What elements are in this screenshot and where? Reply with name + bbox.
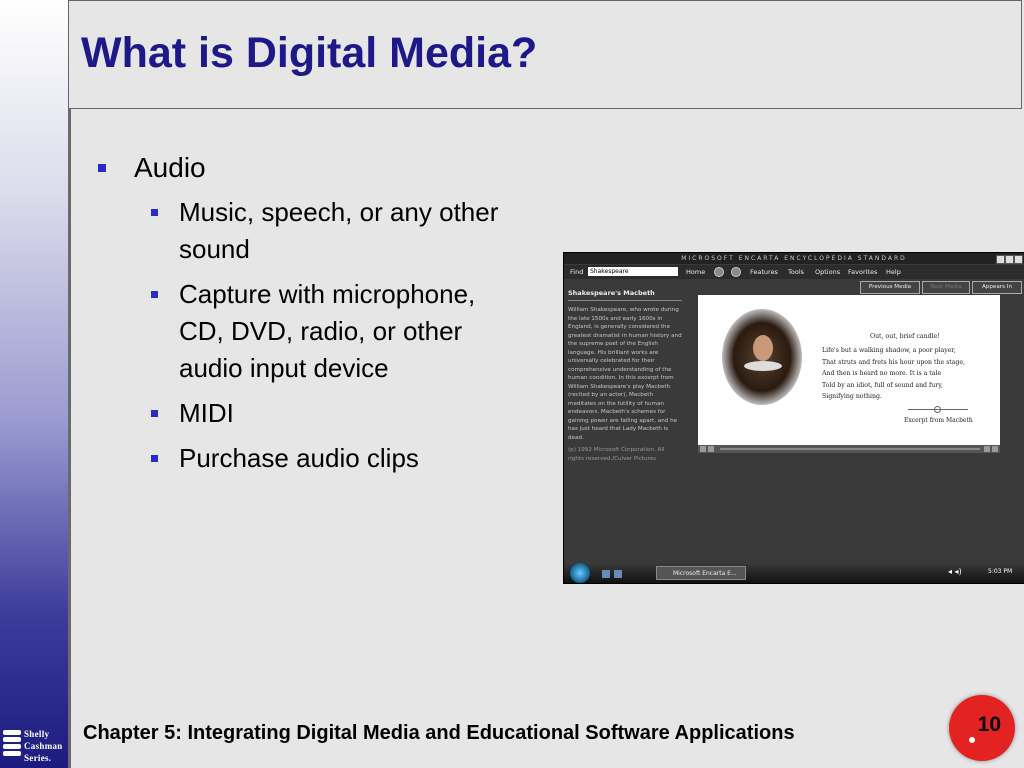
bullet-marker <box>151 410 158 417</box>
sub-bullet-text: Capture with microphone, CD, DVD, radio,… <box>179 279 476 383</box>
page-dot <box>969 737 975 743</box>
back-icon[interactable] <box>714 267 724 277</box>
page-number-badge: 10 <box>949 695 1015 761</box>
menu-features[interactable]: Features <box>750 265 778 279</box>
menu-bar: Find Shakespeare Home Features Tools Opt… <box>564 265 1024 279</box>
bullet-marker <box>151 291 158 298</box>
poem-line: Life's but a walking shadow, a poor play… <box>822 347 956 354</box>
poem-line: That struts and frets his hour upon the … <box>822 358 966 366</box>
bullet-audio: Audio <box>98 150 518 186</box>
start-orb-icon[interactable] <box>570 563 590 583</box>
bullet-marker <box>151 455 158 462</box>
sub-bullet-text: Music, speech, or any other sound <box>179 197 499 264</box>
forward-icon[interactable] <box>731 267 741 277</box>
shakespeare-portrait <box>722 309 802 405</box>
poem-line: Signifying nothing. <box>822 393 882 400</box>
portrait-ruff <box>744 361 782 371</box>
poem: Life's but a walking shadow, a poor play… <box>822 345 965 403</box>
menu-tools[interactable]: Tools <box>788 265 804 279</box>
slide-footer: Chapter 5: Integrating Digital Media and… <box>83 722 795 744</box>
slide-title: What is Digital Media? <box>81 29 538 77</box>
volume-icon[interactable] <box>984 446 990 452</box>
logo-text: Shelly Cashman Series. <box>24 728 63 764</box>
taskbar-encarta-button[interactable]: Microsoft Encarta E... <box>656 566 746 580</box>
appears-in-button[interactable]: Appears In <box>972 281 1022 294</box>
logo-line-1: Shelly <box>24 729 50 739</box>
bullet-marker <box>151 209 158 216</box>
sub-bullet: Purchase audio clips <box>98 440 518 477</box>
article-body: William Shakespeare, who wrote during th… <box>568 307 682 441</box>
previous-media-button[interactable]: Previous Media <box>860 281 920 294</box>
article-copyright: (p) 1992 Microsoft Corporation. All righ… <box>568 447 665 462</box>
left-band-edge <box>68 0 71 768</box>
sub-bullet-text: MIDI <box>179 398 234 428</box>
article-sidebar: Shakespeare's Macbeth William Shakespear… <box>568 289 682 561</box>
bullet-text: Audio <box>134 152 206 183</box>
encarta-screenshot: MICROSOFT ENCARTA ENCYCLOPEDIA STANDARD … <box>563 252 1024 584</box>
sub-bullet: Music, speech, or any other sound <box>98 194 518 268</box>
playbar-track[interactable] <box>720 448 980 450</box>
sub-bullet: MIDI <box>98 395 518 432</box>
play-icon[interactable] <box>700 446 706 452</box>
logo-line-3: Series. <box>24 753 52 763</box>
tray-icons[interactable]: ◂ ◂) <box>948 567 962 576</box>
poem-line: Told by an idiot, full of sound and fury… <box>822 381 943 389</box>
show-desktop-icon[interactable] <box>602 570 610 578</box>
left-decorative-band <box>0 0 70 768</box>
close-icon[interactable] <box>1014 255 1023 264</box>
switch-windows-icon[interactable] <box>614 570 622 578</box>
find-label: Find <box>570 268 584 276</box>
ornament-icon <box>934 406 941 413</box>
find-input[interactable]: Shakespeare <box>588 267 678 276</box>
media-panel: Out, out, brief candle! Life's but a wal… <box>698 295 1000 445</box>
media-playbar[interactable] <box>698 445 1000 453</box>
taskbar-clock[interactable]: 5:03 PM <box>988 568 1012 575</box>
stop-icon[interactable] <box>708 446 714 452</box>
page-number: 10 <box>977 713 1001 736</box>
options-icon[interactable] <box>992 446 998 452</box>
maximize-icon[interactable] <box>1005 255 1014 264</box>
sub-bullet-text: Purchase audio clips <box>179 443 419 473</box>
window-title: MICROSOFT ENCARTA ENCYCLOPEDIA STANDARD <box>564 253 1024 264</box>
poem-line: And then is heard no more. It is a tale <box>822 370 942 377</box>
windows-taskbar: Microsoft Encarta E... ◂ ◂) 5:03 PM <box>564 563 1024 583</box>
poem-title: Out, out, brief candle! <box>870 333 940 340</box>
logo-line-2: Cashman <box>24 741 63 751</box>
books-icon <box>3 730 21 762</box>
article-title: Shakespeare's Macbeth <box>568 289 682 301</box>
menu-options[interactable]: Options <box>815 265 840 279</box>
menu-help[interactable]: Help <box>886 265 901 279</box>
sub-bullet: Capture with microphone, CD, DVD, radio,… <box>98 276 518 387</box>
menu-home[interactable]: Home <box>686 265 705 279</box>
bullet-marker <box>98 164 106 172</box>
menu-favorites[interactable]: Favorites <box>848 265 877 279</box>
minimize-icon[interactable] <box>996 255 1005 264</box>
next-media-button[interactable]: Next Media <box>922 281 970 294</box>
publisher-logo: Shelly Cashman Series. <box>0 724 70 768</box>
bullet-list: Audio Music, speech, or any other sound … <box>98 150 518 477</box>
title-box: What is Digital Media? <box>68 0 1022 109</box>
portrait-face <box>753 335 773 361</box>
excerpt-label: Excerpt from Macbeth <box>904 417 973 424</box>
